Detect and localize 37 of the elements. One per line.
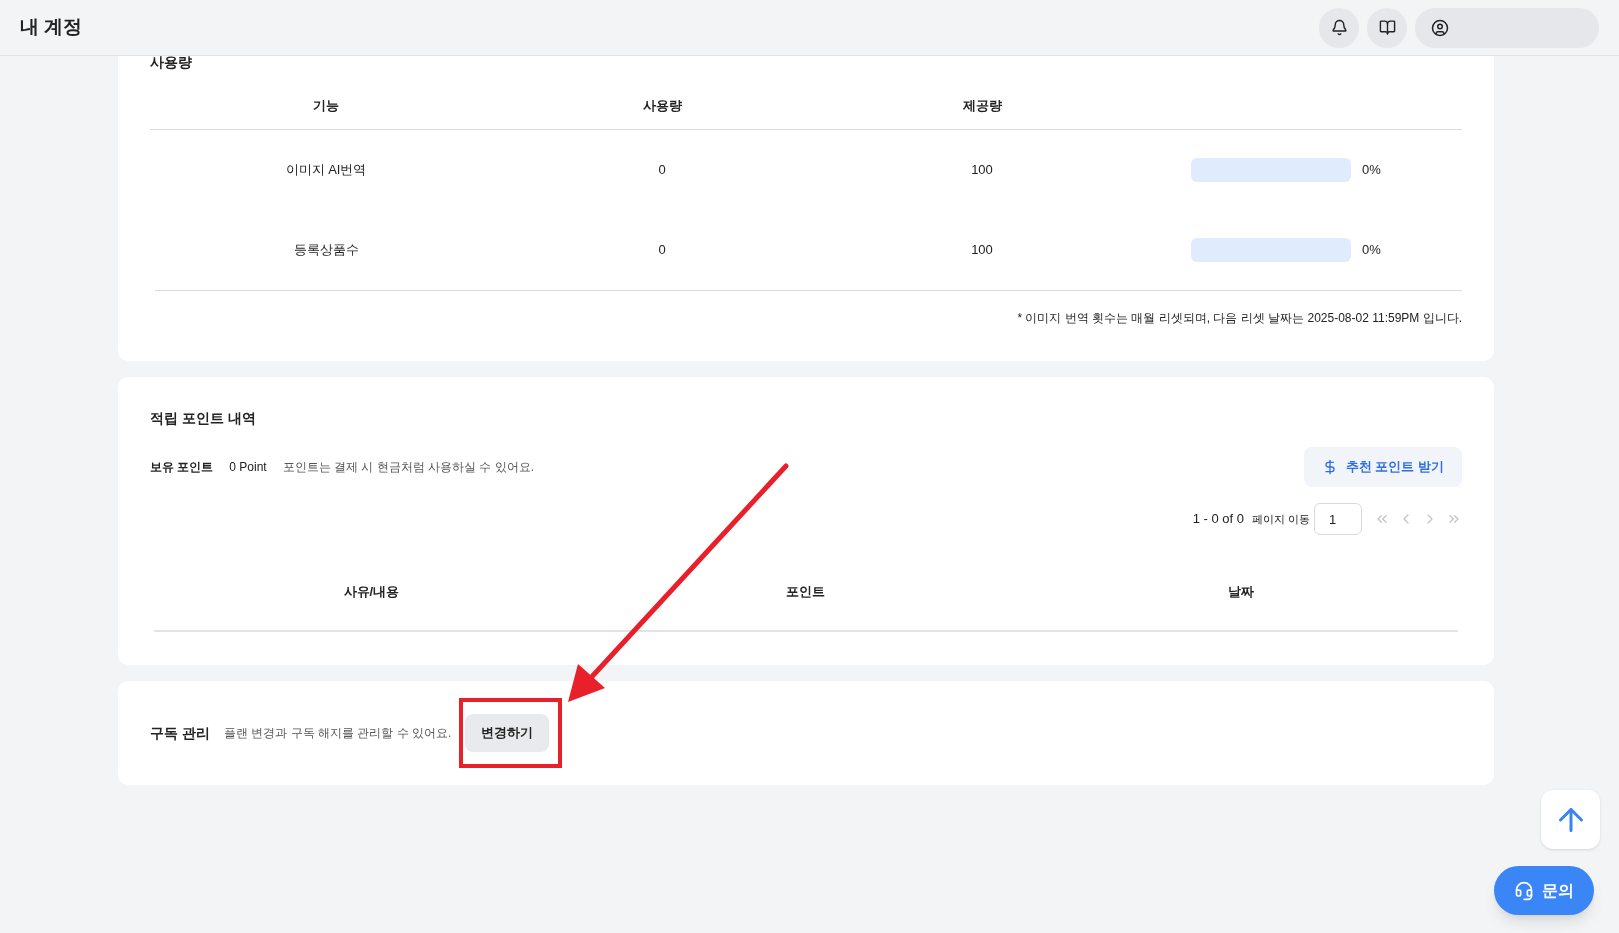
subscription-description: 플랜 변경과 구독 해지를 관리할 수 있어요. bbox=[223, 725, 452, 742]
table-cell-text: 100 bbox=[970, 241, 994, 260]
column-header: 사유/내용 bbox=[342, 583, 401, 601]
page-title: 내 계정 bbox=[20, 15, 84, 40]
book-icon bbox=[1378, 19, 1396, 36]
column-header: 사용량 bbox=[641, 96, 683, 115]
page-jump-label: 페이지 이동 bbox=[1251, 511, 1310, 527]
table-cell-text: 0 bbox=[657, 241, 667, 260]
section-title: 적립 포인트 내역 bbox=[150, 409, 257, 428]
bell-icon bbox=[1330, 19, 1348, 36]
result-range: 1 - 0 of 0 bbox=[1192, 510, 1244, 529]
points-description: 포인트는 결제 시 현금처럼 사용하실 수 있어요. bbox=[282, 459, 535, 476]
section-title: 구독 관리 bbox=[150, 723, 210, 743]
column-header: 포인트 bbox=[785, 583, 827, 601]
table-cell-text: 100 bbox=[970, 161, 994, 180]
scroll-top-button[interactable] bbox=[1541, 790, 1600, 849]
usage-percent: 0% bbox=[1362, 241, 1381, 260]
column-header: 기능 bbox=[312, 96, 340, 115]
column-header: 제공량 bbox=[961, 96, 1003, 115]
notifications-button[interactable] bbox=[1319, 7, 1359, 48]
section-title: 사용량 bbox=[150, 53, 193, 72]
account-button[interactable] bbox=[1415, 7, 1599, 48]
inquiry-button[interactable]: 문의 bbox=[1494, 866, 1594, 915]
change-plan-button[interactable]: 변경하기 bbox=[465, 714, 550, 752]
user-icon bbox=[1431, 18, 1449, 37]
points-value: 0 Point bbox=[229, 459, 267, 476]
table-cell-text: 0 bbox=[657, 161, 667, 180]
column-header: 날짜 bbox=[1226, 583, 1255, 601]
points-label: 보유 포인트 bbox=[150, 459, 214, 476]
headset-icon bbox=[1514, 880, 1534, 901]
table-cell-text: 등록상품수 bbox=[292, 241, 360, 260]
referral-points-button[interactable]: 추천 포인트 받기 bbox=[1303, 447, 1462, 487]
page-input[interactable]: 1 bbox=[1314, 503, 1362, 535]
usage-percent: 0% bbox=[1362, 161, 1381, 180]
guide-button[interactable] bbox=[1367, 7, 1407, 48]
reset-note: * 이미지 번역 횟수는 매월 리셋되며, 다음 리셋 날짜는 2025-08-02 11:59PM 입니다. bbox=[1017, 311, 1462, 325]
table-cell-text: 이미지 AI번역 bbox=[284, 161, 368, 180]
